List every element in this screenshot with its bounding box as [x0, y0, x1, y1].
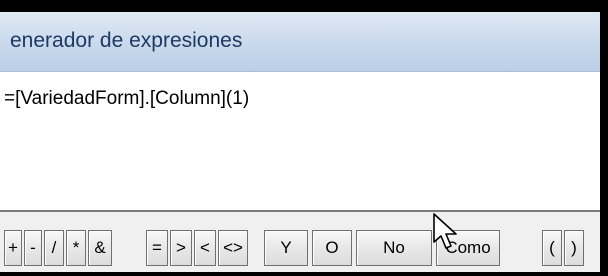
- and-button[interactable]: Y: [264, 230, 308, 266]
- logical-operator-group: Y O No Como: [264, 230, 502, 266]
- arithmetic-operator-group: + - / * &: [4, 230, 114, 266]
- window-title: enerador de expresiones: [10, 29, 243, 52]
- minus-button[interactable]: -: [24, 230, 42, 266]
- concatenate-button[interactable]: &: [88, 230, 112, 266]
- not-button[interactable]: No: [356, 230, 432, 266]
- operator-toolbar: + - / * & = > < <> Y O No Como ( ): [0, 224, 600, 272]
- parenthesis-group: ( ): [542, 230, 586, 266]
- expression-input[interactable]: [4, 88, 584, 110]
- divide-button[interactable]: /: [44, 230, 64, 266]
- less-than-button[interactable]: <: [194, 230, 216, 266]
- multiply-button[interactable]: *: [66, 230, 86, 266]
- not-equal-button[interactable]: <>: [218, 230, 248, 266]
- expression-builder-window: enerador de expresiones + - / * & = > < …: [0, 0, 608, 276]
- comparison-operator-group: = > < <>: [146, 230, 250, 266]
- close-paren-button[interactable]: ): [564, 230, 584, 266]
- title-bar: enerador de expresiones: [0, 12, 600, 72]
- or-button[interactable]: O: [312, 230, 352, 266]
- divider: [0, 212, 600, 224]
- open-paren-button[interactable]: (: [542, 230, 562, 266]
- equals-button[interactable]: =: [146, 230, 168, 266]
- greater-than-button[interactable]: >: [170, 230, 192, 266]
- expression-box[interactable]: [0, 72, 600, 212]
- plus-button[interactable]: +: [4, 230, 22, 266]
- like-button[interactable]: Como: [436, 230, 500, 266]
